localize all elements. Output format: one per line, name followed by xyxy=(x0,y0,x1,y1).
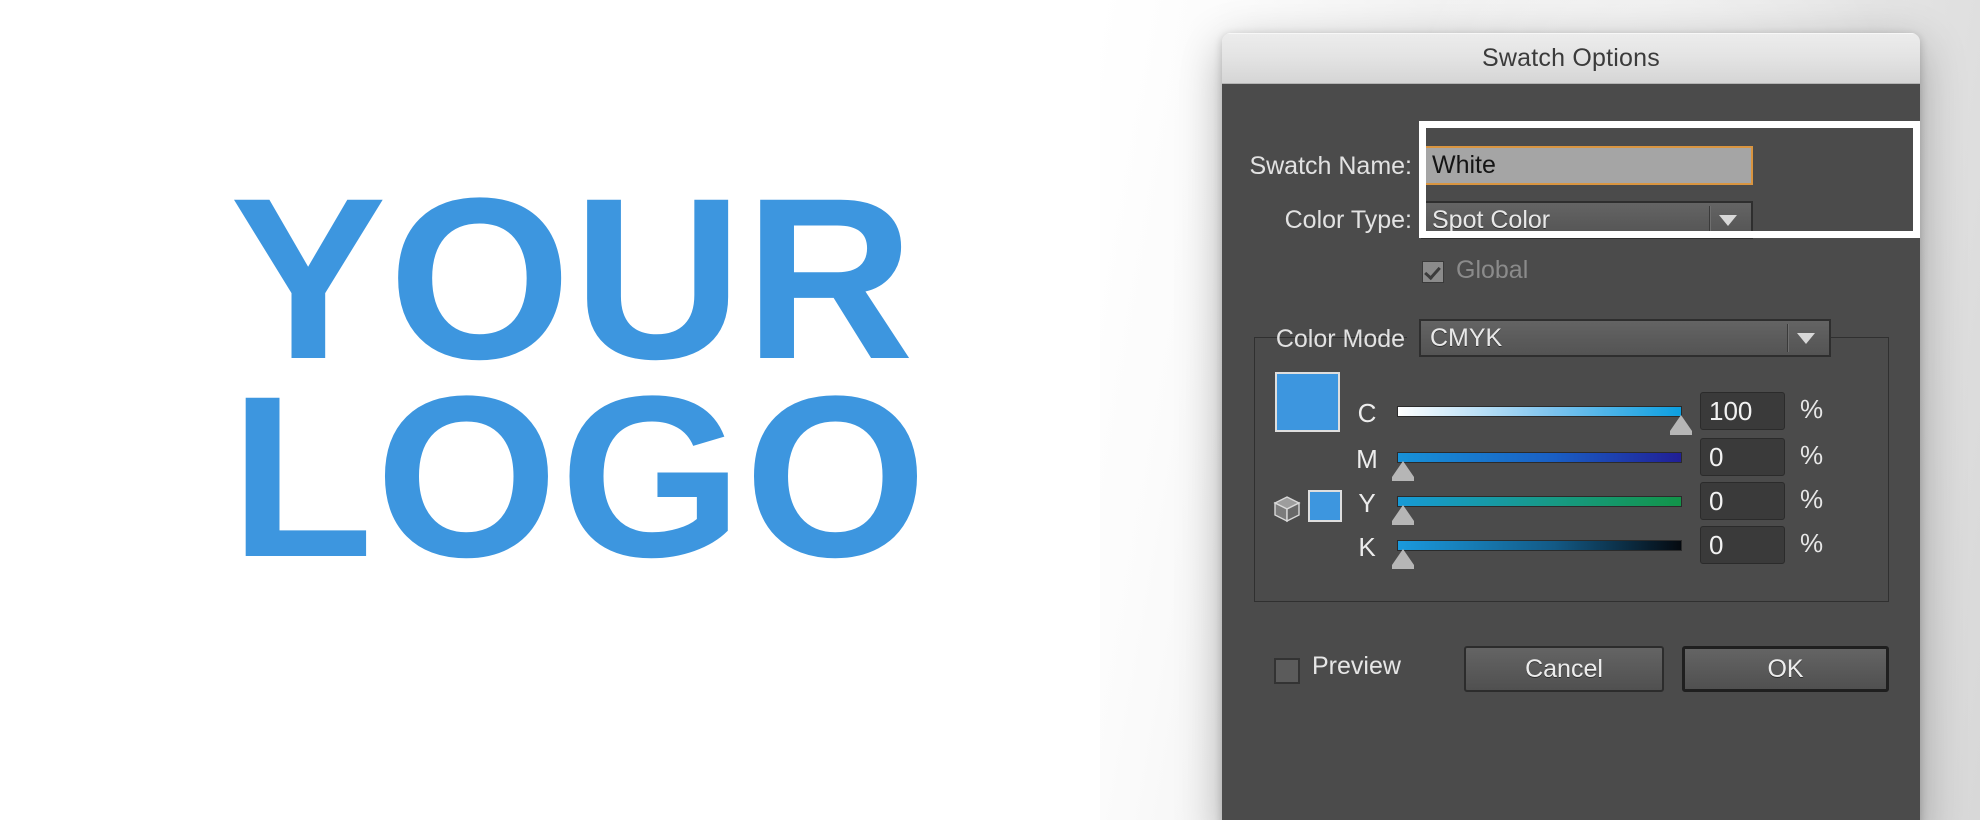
color-mode-select[interactable]: CMYK xyxy=(1419,319,1831,357)
color-mode-separator xyxy=(1787,324,1788,352)
color-mode-value: CMYK xyxy=(1430,323,1503,352)
slider-thumb-c[interactable] xyxy=(1670,415,1692,435)
slider-value-input-k[interactable]: 0 xyxy=(1700,526,1785,564)
slider-unit-c: % xyxy=(1800,394,1824,424)
swatch-name-value: White xyxy=(1432,151,1496,179)
global-checkbox[interactable] xyxy=(1422,261,1444,283)
slider-letter-k: K xyxy=(1358,532,1376,562)
color-type-separator xyxy=(1709,206,1710,234)
slider-track-m[interactable] xyxy=(1397,452,1682,463)
slider-letter-c: C xyxy=(1357,398,1377,428)
color-mode-label: Color Mode: xyxy=(1275,325,1412,353)
preview-label: Preview xyxy=(1312,652,1401,680)
slider-value-input-y[interactable]: 0 xyxy=(1700,482,1785,520)
slider-letter-m: M xyxy=(1356,444,1378,474)
slider-track-c[interactable] xyxy=(1397,406,1682,417)
preview-checkbox[interactable] xyxy=(1274,658,1300,684)
slider-letter-y: Y xyxy=(1358,488,1376,518)
slider-track-k[interactable] xyxy=(1397,540,1682,551)
dialog-title: Swatch Options xyxy=(1482,44,1660,72)
slider-unit-y: % xyxy=(1800,484,1824,514)
logo-artwork[interactable]: YOUR LOGO xyxy=(230,164,1150,592)
cancel-button[interactable]: Cancel xyxy=(1464,646,1664,692)
swatch-name-input[interactable]: White xyxy=(1421,146,1753,185)
global-label: Global xyxy=(1456,256,1529,284)
slider-value-m: 0 xyxy=(1709,441,1724,472)
ok-button[interactable]: OK xyxy=(1682,646,1889,692)
cube-icon xyxy=(1272,494,1302,524)
slider-value-input-m[interactable]: 0 xyxy=(1700,438,1785,476)
slider-value-k: 0 xyxy=(1709,529,1724,560)
slider-unit-k: % xyxy=(1800,528,1824,558)
slider-value-input-c[interactable]: 100 xyxy=(1700,392,1785,430)
swatch-options-dialog: Swatch Options Swatch Name: White Color … xyxy=(1222,33,1920,820)
color-mode-group xyxy=(1254,337,1889,602)
screen-root: YOUR LOGO Swatch Options Swatch Name: Wh… xyxy=(0,0,1980,820)
slider-unit-m: % xyxy=(1800,440,1824,470)
slider-value-y: 0 xyxy=(1709,485,1724,516)
color-type-select[interactable]: Spot Color xyxy=(1421,201,1753,239)
dialog-titlebar[interactable]: Swatch Options xyxy=(1222,33,1920,84)
logo-line-logo: LOGO xyxy=(230,347,929,605)
slider-value-c: 100 xyxy=(1709,395,1753,426)
swatch-preview-large[interactable] xyxy=(1275,372,1340,432)
chevron-down-icon[interactable] xyxy=(1797,332,1815,344)
slider-track-y[interactable] xyxy=(1397,496,1682,507)
color-type-value: Spot Color xyxy=(1432,205,1551,234)
chevron-down-icon[interactable] xyxy=(1719,214,1737,226)
dialog-body: Swatch Name: White Color Type: Spot Colo… xyxy=(1222,84,1920,820)
swatch-name-label: Swatch Name: xyxy=(1249,152,1412,180)
color-type-label: Color Type: xyxy=(1284,206,1412,234)
swatch-preview-small[interactable] xyxy=(1308,490,1342,522)
slider-thumb-m[interactable] xyxy=(1392,461,1414,481)
slider-thumb-k[interactable] xyxy=(1392,549,1414,569)
slider-thumb-y[interactable] xyxy=(1392,505,1414,525)
